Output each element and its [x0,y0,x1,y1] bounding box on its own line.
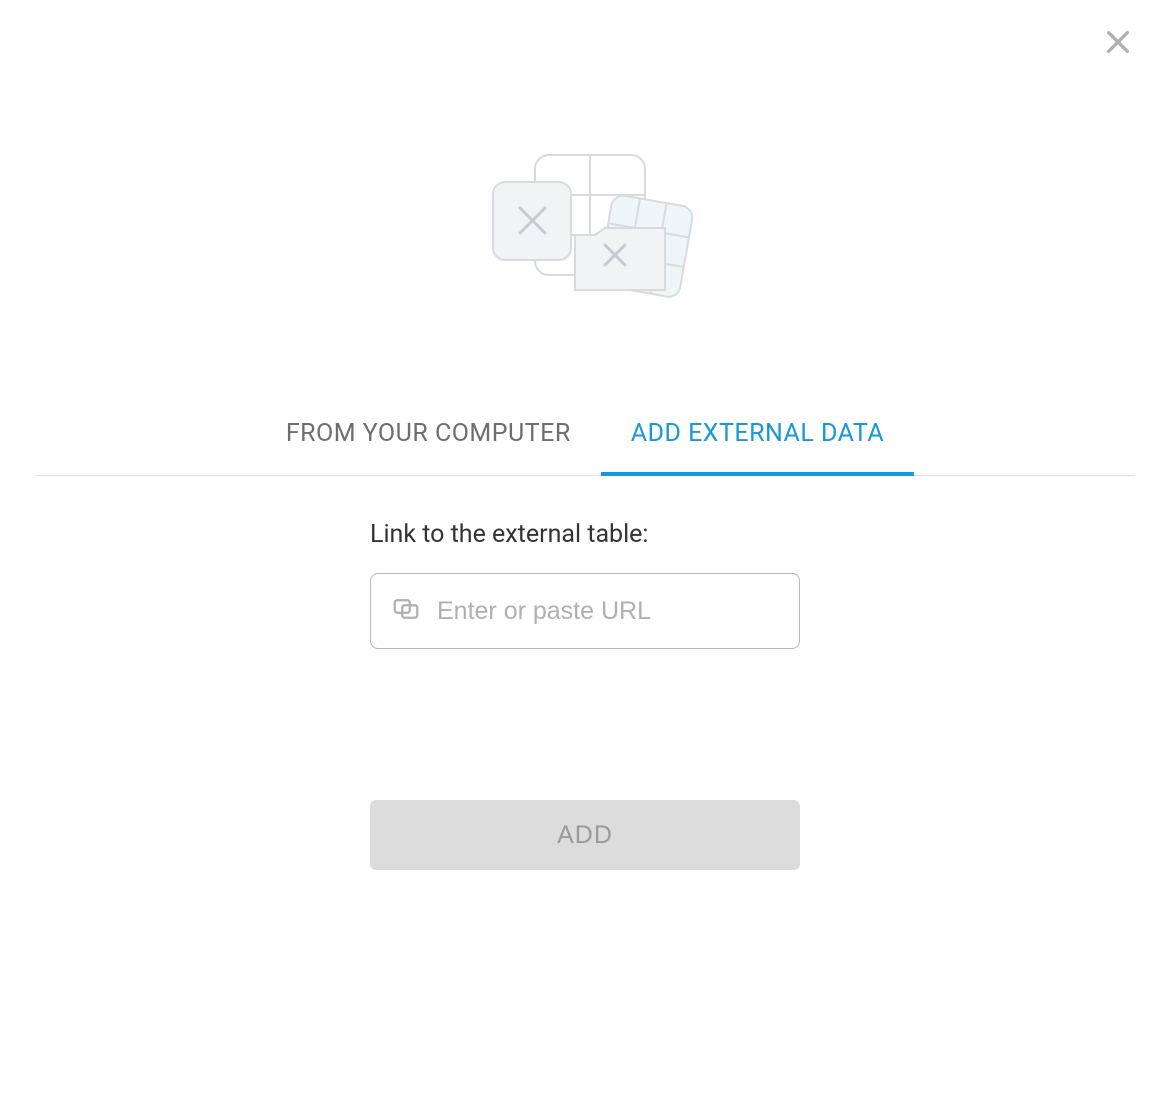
tab-add-external-data[interactable]: ADD EXTERNAL DATA [601,395,914,476]
tab-from-computer[interactable]: FROM YOUR COMPUTER [256,395,601,476]
files-illustration [475,150,695,300]
link-icon [391,594,421,628]
close-icon [1102,26,1134,62]
tabs: FROM YOUR COMPUTER ADD EXTERNAL DATA [35,395,1135,476]
external-data-form: Link to the external table: [370,520,800,649]
url-field-label: Link to the external table: [370,520,800,549]
close-button[interactable] [1098,24,1138,64]
url-input[interactable] [437,597,779,626]
add-button[interactable]: ADD [370,800,800,870]
url-input-wrapper[interactable] [370,573,800,649]
